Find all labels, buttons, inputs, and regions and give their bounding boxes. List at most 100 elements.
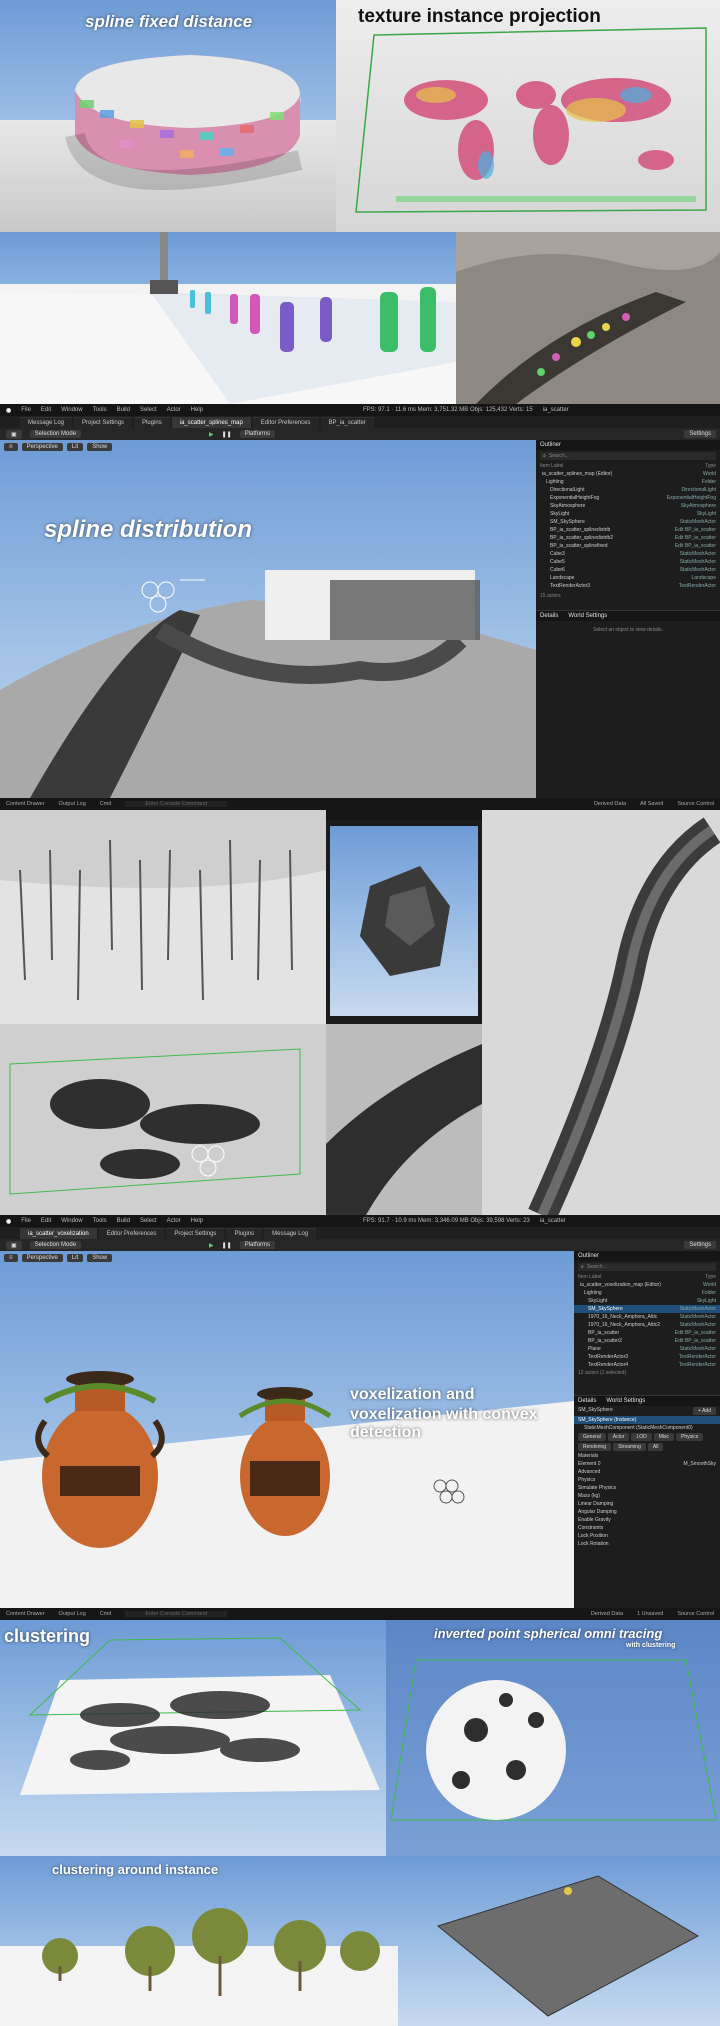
content-drawer-button[interactable]: Content Drawer [6, 1611, 45, 1617]
menu-help[interactable]: Help [191, 1218, 203, 1224]
outliner-row[interactable]: 1970_16_Neck_Amphora_Attic StaticMeshActo… [574, 1313, 720, 1321]
details-property[interactable]: Lock Position [574, 1532, 720, 1540]
selection-mode-button[interactable]: Selection Mode [29, 1241, 82, 1249]
outliner-row[interactable]: ia_scatter_voxelization_map (Editor) Worl… [574, 1281, 720, 1289]
details-filter-0[interactable]: General [578, 1433, 606, 1441]
tab-map[interactable]: ia_scatter_splines_map [171, 417, 251, 428]
tab-plugins[interactable]: Plugins [226, 1228, 263, 1239]
platforms-button[interactable]: Platforms [239, 430, 276, 438]
cmd-dropdown[interactable]: Cmd [100, 801, 112, 807]
menu-help[interactable]: Help [191, 407, 203, 413]
menu-tools[interactable]: Tools [93, 407, 107, 413]
outliner-row[interactable]: Landscape Landscape [536, 574, 720, 582]
outliner-row[interactable]: BP_ia_scatter2 Edit BP_ia_scatter [574, 1337, 720, 1345]
details-property[interactable]: Advanced [574, 1468, 720, 1476]
play-icon[interactable]: ▶ [209, 431, 214, 438]
menu-file[interactable]: File [21, 407, 31, 413]
col-type[interactable]: Type [705, 463, 716, 469]
console-input[interactable]: Enter Console Command [125, 1611, 228, 1617]
menu-select[interactable]: Select [140, 407, 157, 413]
settings-button[interactable]: Settings [684, 430, 716, 438]
menu-edit[interactable]: Edit [41, 1218, 51, 1224]
all-saved[interactable]: All Saved [640, 801, 663, 807]
details-property[interactable]: Linear Damping [574, 1500, 720, 1508]
menu-file[interactable]: File [21, 1218, 31, 1224]
details-property[interactable]: Physics [574, 1476, 720, 1484]
menu-build[interactable]: Build [117, 407, 130, 413]
tab-editor-preferences[interactable]: Editor Preferences [98, 1228, 165, 1239]
output-log-button[interactable]: Output Log [59, 1611, 86, 1617]
console-input[interactable]: Enter Console Command [125, 801, 228, 807]
details-filter-5[interactable]: Rendering [578, 1443, 612, 1451]
selection-mode-button[interactable]: Selection Mode [29, 430, 82, 438]
details-filter-2[interactable]: LOD [631, 1433, 652, 1441]
outliner-row[interactable]: SM_SkySphere StaticMeshActor [574, 1305, 720, 1313]
details-tab[interactable]: Details [578, 1398, 596, 1404]
outliner-row[interactable]: Cube5 StaticMeshActor [536, 558, 720, 566]
menu-select[interactable]: Select [140, 1218, 157, 1224]
menu-edit[interactable]: Edit [41, 407, 51, 413]
outliner-row[interactable]: ia_scatter_splines_map (Editor) World [536, 470, 720, 478]
tab-project-settings[interactable]: Project Settings [166, 1228, 225, 1239]
details-property[interactable]: Angular Damping [574, 1508, 720, 1516]
details-tab[interactable]: Details [540, 613, 558, 619]
menu-actor[interactable]: Actor [167, 407, 181, 413]
details-property[interactable]: Materials [574, 1452, 720, 1460]
source-control[interactable]: Source Control [677, 801, 714, 807]
play-icon[interactable]: ▶ [209, 1242, 214, 1249]
details-property[interactable]: Mass (kg) [574, 1492, 720, 1500]
tab-message-log[interactable]: Message Log [20, 417, 73, 428]
details-property[interactable]: Constraints [574, 1524, 720, 1532]
menu-actor[interactable]: Actor [167, 1218, 181, 1224]
editor1-viewport[interactable]: ≡ Perspective Lit Show spline distributi… [0, 440, 536, 798]
outliner-row[interactable]: Lighting Folder [574, 1289, 720, 1297]
content-drawer-button[interactable]: Content Drawer [6, 801, 45, 807]
details-property[interactable]: Simulate Physics [574, 1484, 720, 1492]
outliner-row[interactable]: DirectionalLight DirectionalLight [536, 486, 720, 494]
save-icon[interactable]: ▣ [6, 429, 22, 439]
save-icon[interactable]: ▣ [6, 1240, 22, 1250]
tab-message-log[interactable]: Message Log [264, 1228, 317, 1239]
outliner-row[interactable]: Plane StaticMeshActor [574, 1345, 720, 1353]
outliner-row[interactable]: TextRenderActor3 TextRenderActor [574, 1353, 720, 1361]
world-settings-tab[interactable]: World Settings [606, 1398, 645, 1404]
cmd-dropdown[interactable]: Cmd [100, 1611, 112, 1617]
tab-voxelization-map[interactable]: ia_scatter_voxelization [20, 1228, 97, 1239]
pause-icon[interactable]: ❚❚ [222, 1242, 232, 1249]
outliner-row[interactable]: BP_ia_scatter_splinedistrib2 Edit BP_ia_s… [536, 534, 720, 542]
outliner-row[interactable]: TextRenderActor4 TextRenderActor [574, 1361, 720, 1369]
details-property[interactable]: Element 0 M_SmoothSky [574, 1460, 720, 1468]
platforms-button[interactable]: Platforms [239, 1241, 276, 1249]
editor2-viewport[interactable]: ≡ Perspective Lit Show voxelization and … [0, 1251, 574, 1608]
derived-data[interactable]: Derived Data [591, 1611, 623, 1617]
outliner-row[interactable]: SkyLight SkyLight [574, 1297, 720, 1305]
tab-editor-preferences[interactable]: Editor Preferences [252, 417, 319, 428]
outliner-row[interactable]: Cube3 StaticMeshActor [536, 550, 720, 558]
tab-plugins[interactable]: Plugins [134, 417, 170, 428]
menu-window[interactable]: Window [61, 407, 82, 413]
menu-tools[interactable]: Tools [93, 1218, 107, 1224]
outliner-row[interactable]: 1970_16_Neck_Amphora_Attic2 StaticMeshAct… [574, 1321, 720, 1329]
outliner-search[interactable]: Search... [587, 1264, 713, 1270]
outliner-row[interactable]: BP_ia_scatter Edit BP_ia_scatter [574, 1329, 720, 1337]
outliner-row[interactable]: ExponentialHeightFog ExponentialHeightFog [536, 494, 720, 502]
derived-data[interactable]: Derived Data [594, 801, 626, 807]
outliner-row[interactable]: Cube6 StaticMeshActor [536, 566, 720, 574]
tab-project-settings[interactable]: Project Settings [74, 417, 133, 428]
details-filter-6[interactable]: Streaming [613, 1443, 646, 1451]
outliner-row[interactable]: SkyLight SkyLight [536, 510, 720, 518]
settings-button[interactable]: Settings [684, 1241, 716, 1249]
details-filter-1[interactable]: Actor [607, 1433, 630, 1441]
menu-window[interactable]: Window [61, 1218, 82, 1224]
component-root[interactable]: SM_SkySphere (Instance) [578, 1417, 636, 1423]
source-control[interactable]: Source Control [677, 1611, 714, 1617]
details-filter-3[interactable]: Misc [653, 1433, 675, 1441]
col-item-label[interactable]: Item Label [540, 463, 563, 469]
unsaved-count[interactable]: 1 Unsaved [637, 1611, 663, 1617]
pause-icon[interactable]: ❚❚ [222, 431, 232, 438]
tab-bp-scatter[interactable]: BP_ia_scatter [320, 417, 374, 428]
details-property[interactable]: Lock Rotation [574, 1540, 720, 1548]
details-filter-4[interactable]: Physics [676, 1433, 704, 1441]
add-component-button[interactable]: + Add [693, 1407, 716, 1415]
outliner-row[interactable]: SkyAtmosphere SkyAtmosphere [536, 502, 720, 510]
